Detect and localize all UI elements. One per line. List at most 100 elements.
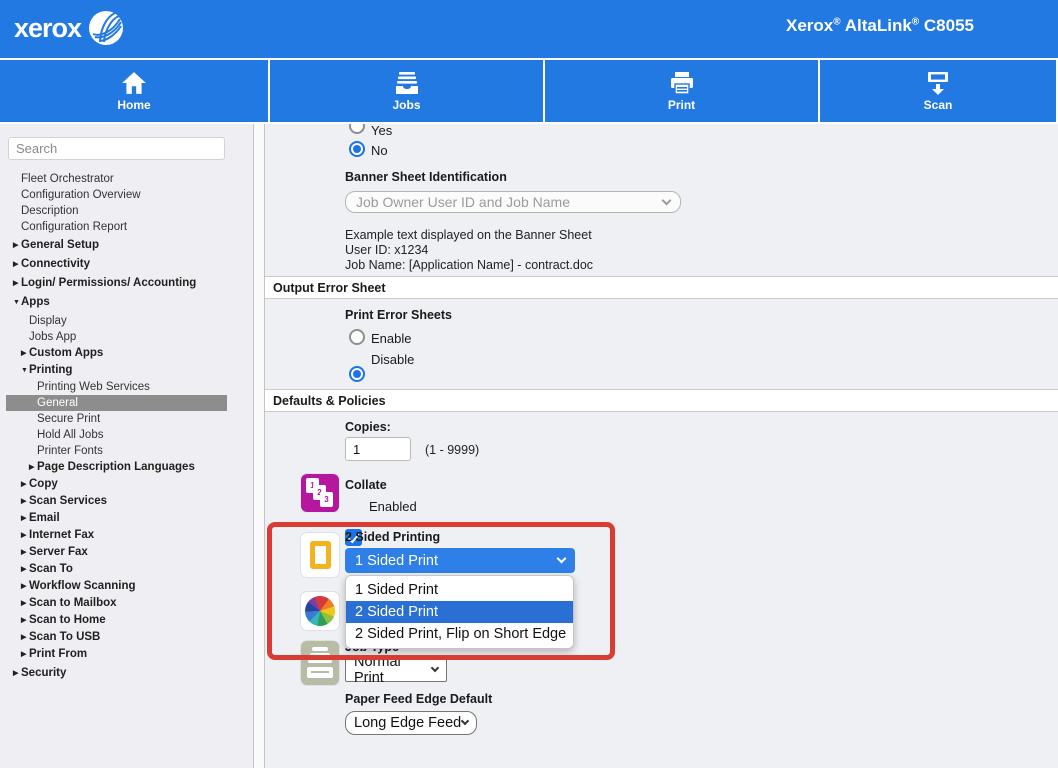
sidebar-item-general-setup[interactable]: ▶General Setup <box>0 237 253 254</box>
banner-no-radio[interactable] <box>349 141 365 157</box>
tree-collapsed-icon: ▶ <box>21 596 29 612</box>
tree-collapsed-icon: ▶ <box>29 460 37 476</box>
sidebar-item-label: Printing <box>29 364 72 376</box>
sidebar-item-scan-to-mailbox[interactable]: ▶Scan to Mailbox <box>0 595 253 612</box>
sidebar-item-label: Description <box>21 205 79 217</box>
two-sided-printing-label: 2 Sided Printing <box>345 530 440 544</box>
banner-yes-label: Yes <box>371 124 392 138</box>
sidebar-item-fleet-orchestrator[interactable]: Fleet Orchestrator <box>0 171 253 187</box>
sidebar-item-configuration-overview[interactable]: Configuration Overview <box>0 187 253 203</box>
banner-no-label: No <box>371 143 388 158</box>
tab-scan[interactable]: Scan <box>820 60 1056 122</box>
product-title: Xerox® AltaLink® C8055 <box>786 16 974 36</box>
tree-collapsed-icon: ▶ <box>21 545 29 561</box>
copies-label: Copies: <box>345 420 391 434</box>
general-settings-panel: Yes No Banner Sheet Identification Job O… <box>265 124 1058 768</box>
sidebar-item-label: Display <box>29 315 67 327</box>
tab-home[interactable]: Home <box>0 60 268 122</box>
job-type-select[interactable]: Normal Print <box>345 658 447 682</box>
banner-yes-radio[interactable] <box>349 124 365 134</box>
two-sided-printing-select[interactable]: 1 Sided Print <box>345 548 575 573</box>
sidebar-item-server-fax[interactable]: ▶Server Fax <box>0 544 253 561</box>
tab-label: Jobs <box>392 98 420 112</box>
dropdown-option-1-sided-print[interactable]: 1 Sided Print <box>346 579 573 601</box>
xerox-logo-text: xerox <box>14 13 81 44</box>
section-title: Defaults & Policies <box>273 394 386 408</box>
sidebar-item-copy[interactable]: ▶Copy <box>0 476 253 493</box>
tree-expanded-icon: ▼ <box>13 295 21 311</box>
banner-example-text: Example text displayed on the Banner She… <box>345 228 593 273</box>
primary-tab-bar: Home Jobs Print <box>0 58 1058 124</box>
chevron-down-icon <box>557 554 567 564</box>
tree-collapsed-icon: ▶ <box>21 647 29 663</box>
two-sided-options-dropdown: 1 Sided Print2 Sided Print2 Sided Print,… <box>345 575 574 649</box>
banner-sheet-identification-label: Banner Sheet Identification <box>345 170 507 184</box>
sidebar-scrollbar-track[interactable] <box>253 124 265 768</box>
sidebar-item-label: Security <box>21 667 66 679</box>
sidebar-item-description[interactable]: Description <box>0 203 253 219</box>
sidebar-item-page-description-languages[interactable]: ▶Page Description Languages <box>0 459 253 476</box>
scan-icon <box>925 71 951 95</box>
tree-collapsed-icon: ▶ <box>13 238 21 254</box>
tree-collapsed-icon: ▶ <box>13 276 21 292</box>
sidebar-item-label: Scan to Home <box>29 614 106 626</box>
sidebar-item-apps[interactable]: ▼Apps <box>0 294 253 311</box>
xerox-sphere-icon <box>87 9 125 47</box>
print-error-disable-label: Disable <box>371 352 414 367</box>
dropdown-option-2-sided-print[interactable]: 2 Sided Print <box>346 601 573 623</box>
sidebar-item-internet-fax[interactable]: ▶Internet Fax <box>0 527 253 544</box>
collate-icon: 1 2 3 <box>301 474 339 512</box>
tab-print[interactable]: Print <box>545 60 818 122</box>
sidebar-item-connectivity[interactable]: ▶Connectivity <box>0 256 253 273</box>
tab-label: Scan <box>924 98 953 112</box>
chevron-down-icon <box>461 717 469 725</box>
sidebar-item-label: Connectivity <box>21 258 90 270</box>
dropdown-option-2-sided-print-flip-on-short-edge[interactable]: 2 Sided Print, Flip on Short Edge <box>346 623 573 645</box>
tree-collapsed-icon: ▶ <box>21 346 29 362</box>
chevron-down-icon <box>662 196 672 206</box>
tab-jobs[interactable]: Jobs <box>270 60 543 122</box>
banner-select-value: Job Owner User ID and Job Name <box>356 194 570 210</box>
sidebar-item-label: General Setup <box>21 239 99 251</box>
collate-page-3: 3 <box>320 492 333 507</box>
sidebar-item-custom-apps[interactable]: ▶Custom Apps <box>0 345 253 362</box>
sidebar-item-scan-to[interactable]: ▶Scan To <box>0 561 253 578</box>
collate-enabled-label: Enabled <box>369 499 417 514</box>
tree-collapsed-icon: ▶ <box>21 613 29 629</box>
sidebar-item-print-from[interactable]: ▶Print From <box>0 646 253 663</box>
sidebar-item-label: Secure Print <box>37 413 100 425</box>
sidebar-item-label: Print From <box>29 648 87 660</box>
tree-expanded-icon: ▼ <box>21 363 29 379</box>
tree-collapsed-icon: ▶ <box>21 630 29 646</box>
sidebar-item-label: Copy <box>29 478 58 490</box>
sidebar-item-printing[interactable]: ▼Printing <box>0 362 253 379</box>
search-input[interactable] <box>8 137 225 160</box>
sidebar-item-jobs-app[interactable]: Jobs App <box>0 329 253 345</box>
sidebar-item-login-permissions-accounting[interactable]: ▶Login/ Permissions/ Accounting <box>0 275 253 292</box>
sidebar-item-display[interactable]: Display <box>0 313 253 329</box>
sidebar-item-secure-print[interactable]: Secure Print <box>0 411 253 427</box>
sidebar-item-hold-all-jobs[interactable]: Hold All Jobs <box>0 427 253 443</box>
sidebar-item-scan-services[interactable]: ▶Scan Services <box>0 493 253 510</box>
section-title: Output Error Sheet <box>273 281 386 295</box>
sidebar-item-label: Custom Apps <box>29 347 103 359</box>
sidebar-item-workflow-scanning[interactable]: ▶Workflow Scanning <box>0 578 253 595</box>
sidebar-item-configuration-report[interactable]: Configuration Report <box>0 219 253 235</box>
sidebar-item-scan-to-usb[interactable]: ▶Scan To USB <box>0 629 253 646</box>
print-error-disable-radio[interactable] <box>349 366 365 382</box>
sidebar-item-label: Jobs App <box>29 331 76 343</box>
copies-input[interactable] <box>345 437 411 461</box>
sidebar-item-label: Scan Services <box>29 495 107 507</box>
sidebar-item-scan-to-home[interactable]: ▶Scan to Home <box>0 612 253 629</box>
paper-feed-edge-select[interactable]: Long Edge Feed <box>345 711 477 735</box>
sidebar-item-printer-fonts[interactable]: Printer Fonts <box>0 443 253 459</box>
output-color-wheel-icon <box>301 592 339 630</box>
sidebar-item-label: Server Fax <box>29 546 88 558</box>
sidebar-item-general[interactable]: General <box>6 395 227 411</box>
sidebar-item-printing-web-services[interactable]: Printing Web Services <box>0 379 253 395</box>
print-error-enable-radio[interactable] <box>349 329 365 345</box>
sidebar-item-security[interactable]: ▶Security <box>0 665 253 682</box>
two-sided-select-value: 1 Sided Print <box>355 553 438 569</box>
one-sided-print-icon <box>301 533 339 577</box>
sidebar-item-email[interactable]: ▶Email <box>0 510 253 527</box>
